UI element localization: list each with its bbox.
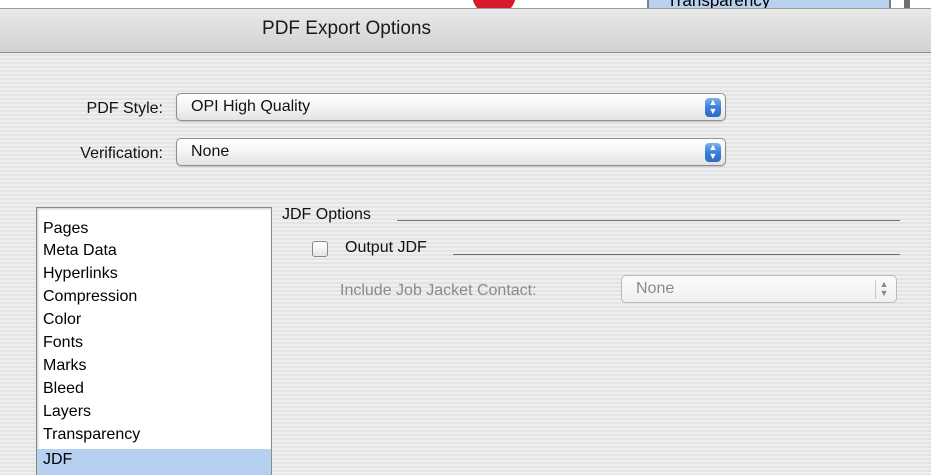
- panel-item-bleed[interactable]: Bleed: [37, 378, 271, 402]
- panel-list[interactable]: Pages Meta Data Hyperlinks Compression C…: [36, 207, 272, 475]
- panel-item-marks[interactable]: Marks: [37, 355, 271, 379]
- panel-item-jdf[interactable]: JDF: [37, 449, 271, 475]
- pdf-style-value: OPI High Quality: [191, 98, 311, 115]
- jdf-options-rule: [397, 220, 900, 221]
- panel-item-pages[interactable]: Pages: [37, 218, 271, 242]
- verification-popup[interactable]: None ▲ ▼: [176, 138, 726, 166]
- dialog-titlebar[interactable]: PDF Export Options: [0, 8, 931, 53]
- job-jacket-contact-label: Include Job Jacket Contact:: [340, 282, 537, 299]
- panel-item-fonts[interactable]: Fonts: [37, 332, 271, 356]
- output-jdf-checkbox[interactable]: [312, 241, 328, 257]
- pdf-style-label: PDF Style:: [86, 100, 163, 117]
- jdf-options-title: JDF Options: [282, 206, 371, 223]
- panel-item-transparency[interactable]: Transparency: [37, 424, 271, 448]
- job-jacket-contact-value: None: [636, 280, 675, 297]
- popup-arrows-icon: ▲ ▼: [705, 143, 721, 162]
- job-jacket-contact-popup[interactable]: None ▲ ▼: [621, 275, 897, 303]
- popup-arrows-icon: ▲ ▼: [875, 280, 892, 299]
- output-jdf-rule: [453, 254, 900, 255]
- panel-item-meta-data[interactable]: Meta Data: [37, 240, 271, 264]
- panel-item-layers[interactable]: Layers: [37, 401, 271, 425]
- output-jdf-label: Output JDF: [345, 239, 427, 256]
- pdf-style-popup[interactable]: OPI High Quality ▲ ▼: [176, 93, 726, 121]
- dialog-title: PDF Export Options: [262, 18, 431, 39]
- panel-item-compression[interactable]: Compression: [37, 286, 271, 310]
- panel-item-color[interactable]: Color: [37, 309, 271, 333]
- popup-arrows-icon: ▲ ▼: [705, 98, 721, 117]
- verification-label: Verification:: [80, 145, 163, 162]
- verification-value: None: [191, 143, 230, 160]
- panel-item-hyperlinks[interactable]: Hyperlinks: [37, 263, 271, 287]
